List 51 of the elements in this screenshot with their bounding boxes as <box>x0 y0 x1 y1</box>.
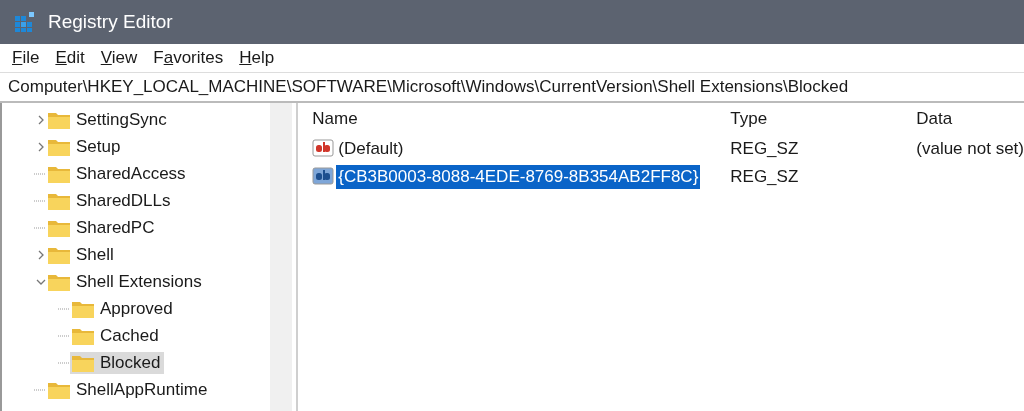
tree-item[interactable]: Setup <box>46 135 125 158</box>
folder-icon <box>72 353 94 372</box>
app-icon <box>14 11 36 33</box>
address-bar[interactable]: Computer\HKEY_LOCAL_MACHINE\SOFTWARE\Microsoft\Windows\CurrentVersion\Shell Extensions\Blocked <box>0 72 1024 103</box>
menu-item[interactable]: Edit <box>49 46 91 70</box>
tree-item[interactable]: Cached <box>70 324 163 347</box>
tree-item[interactable]: Shell <box>46 243 118 266</box>
chevron-icon[interactable] <box>36 249 46 260</box>
folder-icon <box>72 299 94 318</box>
tree-item[interactable]: Blocked <box>70 351 165 374</box>
folder-icon <box>48 191 70 210</box>
string-value-icon <box>312 167 335 187</box>
menu-item[interactable]: File <box>6 46 46 70</box>
folder-icon <box>48 272 70 291</box>
folder-icon <box>48 245 70 264</box>
chevron-icon[interactable] <box>36 114 46 125</box>
tree-connector <box>34 172 46 175</box>
tree-item[interactable]: SharedAccess <box>46 162 190 185</box>
tree-item[interactable]: ShellAppRuntime <box>46 378 212 401</box>
column-header[interactable]: Data <box>908 109 953 129</box>
tree-item[interactable]: SharedDLLs <box>46 189 175 212</box>
string-value-icon <box>312 139 335 159</box>
menu-item[interactable]: Favorites <box>147 46 230 70</box>
scrollbar[interactable] <box>270 103 293 411</box>
value-name[interactable]: (Default) <box>336 137 406 161</box>
table-cell-text: REG_SZ <box>729 139 800 159</box>
chevron-icon[interactable] <box>36 141 46 152</box>
menu-item[interactable]: View <box>94 46 144 70</box>
tree-connector <box>58 334 70 337</box>
column-header[interactable]: Type <box>722 109 909 129</box>
menu-item[interactable]: Help <box>233 46 281 70</box>
table-cell-text: (value not set) <box>915 139 1024 159</box>
folder-icon <box>48 110 70 129</box>
column-header[interactable]: Name <box>304 109 723 129</box>
tree-connector <box>34 226 46 229</box>
folder-icon <box>48 380 70 399</box>
value-name[interactable]: {CB3B0003-8088-4EDE-8769-8B354AB2FF8C} <box>336 165 701 189</box>
tree-connector <box>58 307 70 310</box>
tree-item[interactable]: Approved <box>70 297 177 320</box>
tree-connector <box>34 199 46 202</box>
folder-icon <box>48 164 70 183</box>
tree-item[interactable]: Shell Extensions <box>46 270 206 293</box>
tree-connector <box>34 388 46 391</box>
tree-item[interactable]: SharedPC <box>46 216 159 239</box>
folder-icon <box>48 218 70 237</box>
folder-icon <box>48 137 70 156</box>
tree-connector <box>58 361 70 364</box>
tree-item[interactable]: SettingSync <box>46 108 171 131</box>
folder-icon <box>72 326 94 345</box>
table-cell-text: REG_SZ <box>729 167 800 187</box>
window-title: Registry Editor <box>48 11 173 33</box>
